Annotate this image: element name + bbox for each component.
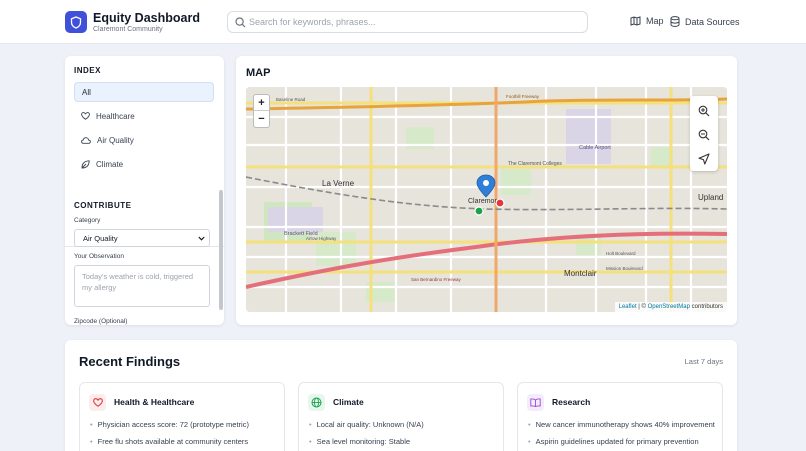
map-label-arrow-highway: Arrow Highway <box>306 236 337 241</box>
map-marker-red[interactable] <box>495 198 505 208</box>
globe-icon <box>308 394 325 411</box>
app-subtitle: Claremont Community <box>93 26 163 33</box>
leaf-icon <box>81 159 90 168</box>
card-title: Health & Healthcare <box>114 397 195 407</box>
zoom-control: + − <box>253 94 270 128</box>
map-attribution: Leaflet | © OpenStreetMap contributors <box>614 302 727 312</box>
map-label-la-verne: La Verne <box>322 179 355 188</box>
map-label-upland: Upland <box>698 193 723 202</box>
app-title: Equity Dashboard <box>93 11 200 25</box>
map-label-claremont-colleges: The Claremont Colleges <box>508 161 562 167</box>
finding-card-health[interactable]: Health & Healthcare Physician access sco… <box>79 382 285 451</box>
zoom-in-tool-icon[interactable] <box>698 104 710 122</box>
cloud-icon <box>81 136 91 144</box>
map-tool-panel <box>690 96 718 171</box>
card-item: Aspirin guidelines updated for primary p… <box>528 437 699 446</box>
index-item-air-quality[interactable]: Air Quality <box>74 130 214 150</box>
observation-textarea[interactable]: Today's weather is cold, triggered my al… <box>74 265 210 307</box>
sidebar-scrollbar[interactable] <box>219 190 223 310</box>
map-panel: MAP La Verne Claremont Upland Montclair … <box>236 56 737 325</box>
map-label-baseline-road: Baseline Road <box>276 97 306 102</box>
chevron-down-icon <box>198 236 205 241</box>
observation-placeholder: Today's weather is cold, triggered my al… <box>82 272 194 292</box>
heart-icon <box>81 112 90 120</box>
observation-label: Your Observation <box>74 253 124 260</box>
locate-arrow-icon[interactable] <box>698 152 710 170</box>
index-item-label: All <box>82 87 91 97</box>
heart-icon <box>89 394 106 411</box>
map-tiles: La Verne Claremont Upland Montclair Brac… <box>246 87 727 312</box>
attribution-separator: | © <box>636 304 648 310</box>
index-item-healthcare[interactable]: Healthcare <box>74 106 214 126</box>
sidebar-panel: INDEX All Healthcare Air Quality Climate… <box>65 56 224 325</box>
nav-data-sources-label: Data Sources <box>685 16 740 27</box>
category-label: Category <box>74 217 101 224</box>
nav-data-sources-link[interactable]: Data Sources <box>670 16 740 27</box>
app-header: Equity Dashboard Claremont Community Map… <box>0 0 806 44</box>
category-select[interactable]: Air Quality <box>74 229 210 247</box>
index-section-title: INDEX <box>74 66 101 75</box>
map-marker-green[interactable] <box>474 206 484 216</box>
map-icon <box>630 16 641 26</box>
zoom-out-button[interactable]: − <box>254 111 269 127</box>
zoom-in-button[interactable]: + <box>254 95 269 111</box>
card-item: Sea level monitoring: Stable <box>309 437 410 446</box>
search-icon <box>235 17 246 28</box>
index-item-label: Air Quality <box>97 135 134 145</box>
search-box[interactable] <box>227 11 588 33</box>
finding-card-research[interactable]: Research New cancer immunotherapy shows … <box>517 382 723 451</box>
recent-findings-panel: Recent Findings Last 7 days Health & Hea… <box>65 340 737 451</box>
attribution-tail: contributors <box>689 304 723 310</box>
index-item-all[interactable]: All <box>74 82 214 102</box>
index-item-label: Climate <box>96 159 124 169</box>
card-item: New cancer immunotherapy shows 40% impro… <box>528 420 715 429</box>
zipcode-label: Zipcode (Optional) <box>74 318 128 325</box>
database-icon <box>670 16 680 27</box>
card-item: Local air quality: Unknown (N/A) <box>309 420 424 429</box>
card-title: Research <box>552 397 591 407</box>
category-select-value: Air Quality <box>83 233 118 243</box>
card-item: Physician access score: 72 (prototype me… <box>90 420 249 429</box>
map-label-holt-boulevard: Holt Boulevard <box>606 251 636 256</box>
search-input[interactable] <box>249 14 579 30</box>
index-item-climate[interactable]: Climate <box>74 154 214 174</box>
findings-title: Recent Findings <box>79 354 181 369</box>
map-label-claremont: Claremont <box>468 198 500 205</box>
book-icon <box>527 394 544 411</box>
index-item-label: Healthcare <box>96 111 135 121</box>
card-title: Climate <box>333 397 364 407</box>
map-label-cable-airport: Cable Airport <box>579 145 611 151</box>
map-label-san-bernardino-freeway: San Bernardino Freeway <box>411 277 462 282</box>
card-item: Free flu shots available at community ce… <box>90 437 248 446</box>
osm-link[interactable]: OpenStreetMap <box>648 304 690 310</box>
findings-range: Last 7 days <box>684 357 723 366</box>
contribute-section-title: CONTRIBUTE <box>74 201 132 210</box>
zoom-out-tool-icon[interactable] <box>698 128 710 146</box>
leaflet-link[interactable]: Leaflet <box>619 304 637 310</box>
map-canvas[interactable]: La Verne Claremont Upland Montclair Brac… <box>246 87 727 312</box>
map-label-mission-boulevard: Mission Boulevard <box>606 266 643 271</box>
nav-map-label: Map <box>646 16 664 26</box>
finding-card-climate[interactable]: Climate Local air quality: Unknown (N/A)… <box>298 382 504 451</box>
map-label-foothill-freeway: Foothill Freeway <box>506 94 540 99</box>
nav-map-link[interactable]: Map <box>630 16 664 26</box>
shield-logo-icon[interactable] <box>65 11 87 33</box>
map-label-montclair: Montclair <box>564 269 597 278</box>
map-title: MAP <box>246 67 271 79</box>
